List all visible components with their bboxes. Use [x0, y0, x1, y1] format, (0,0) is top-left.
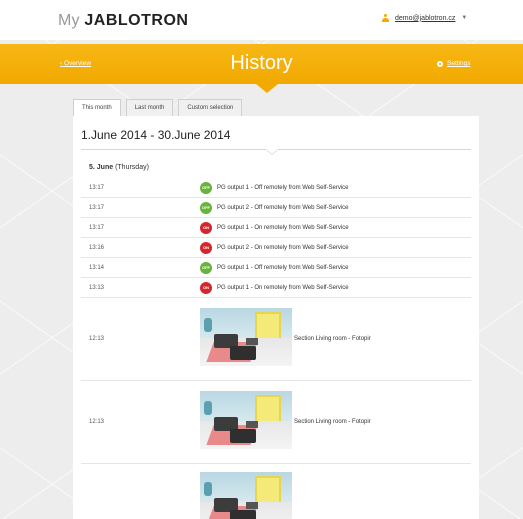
- event-row[interactable]: 13:14 OFF PG output 1 - Off remotely from …: [81, 258, 471, 278]
- status-badge: ON: [200, 222, 212, 234]
- event-row[interactable]: 13:16 ON PG output 2 - On remotely from We…: [81, 238, 471, 258]
- status-badge: ON: [200, 282, 212, 294]
- photo-event-row[interactable]: [81, 464, 471, 519]
- logo-my: My: [58, 12, 80, 29]
- title-band: ‹ Overview History Settings: [0, 44, 523, 84]
- top-bar: My JABLOTRON demo@jablotron.cz ▼: [0, 0, 523, 40]
- logo-brand: JABLOTRON: [84, 12, 189, 29]
- event-row[interactable]: 13:17 ON PG output 1 - On remotely from We…: [81, 218, 471, 238]
- status-badge: OFF: [200, 262, 212, 274]
- event-message: Section Living room - Fotopir: [294, 419, 371, 425]
- day-date: 5. June: [89, 164, 114, 171]
- tab-this-month[interactable]: This month: [73, 99, 121, 116]
- event-time: 13:17: [89, 205, 105, 211]
- event-row[interactable]: 13:17 OFF PG output 2 - Off remotely from …: [81, 198, 471, 218]
- period-tabs: This month Last month Custom selection: [73, 99, 243, 116]
- day-heading: 5. June (Thursday): [89, 164, 149, 171]
- status-badge: OFF: [200, 202, 212, 214]
- gear-icon: [437, 60, 443, 67]
- status-badge: ON: [200, 242, 212, 254]
- event-message: PG output 2 - Off remotely from Web Self…: [217, 205, 349, 211]
- camera-snapshot[interactable]: [200, 391, 292, 449]
- status-badge: OFF: [200, 182, 212, 194]
- event-message: PG output 1 - Off remotely from Web Self…: [217, 265, 349, 271]
- settings-label[interactable]: Settings: [447, 60, 471, 67]
- history-panel: 1.June 2014 - 30.June 2014 5. June (Thur…: [73, 116, 479, 519]
- settings-link[interactable]: Settings: [437, 60, 471, 67]
- user-menu[interactable]: demo@jablotron.cz ▼: [382, 14, 467, 22]
- user-icon: [382, 14, 389, 22]
- event-time: 13:17: [89, 225, 105, 231]
- event-row[interactable]: 13:13 ON PG output 1 - On remotely from We…: [81, 278, 471, 298]
- title-band-pointer: [256, 84, 278, 93]
- event-message: Section Living room - Fotopir: [294, 336, 371, 342]
- event-message: PG output 1 - On remotely from Web Self-…: [217, 285, 349, 291]
- camera-snapshot[interactable]: [200, 308, 292, 366]
- photo-event-row[interactable]: 12:13 Section Living room - Fotopir: [81, 381, 471, 464]
- event-time: 12:13: [89, 336, 105, 342]
- date-range-heading: 1.June 2014 - 30.June 2014: [81, 128, 231, 142]
- event-message: PG output 2 - On remotely from Web Self-…: [217, 245, 349, 251]
- tab-last-month[interactable]: Last month: [125, 99, 174, 116]
- event-message: PG output 1 - Off remotely from Web Self…: [217, 185, 349, 191]
- event-time: 12:13: [89, 419, 105, 425]
- event-time: 13:13: [89, 285, 105, 291]
- chevron-down-icon[interactable]: ▼: [461, 15, 467, 21]
- tab-custom-selection[interactable]: Custom selection: [178, 99, 243, 116]
- event-time: 13:16: [89, 245, 105, 251]
- camera-snapshot[interactable]: [200, 472, 292, 519]
- app-logo[interactable]: My JABLOTRON: [58, 12, 188, 30]
- event-time: 13:14: [89, 265, 105, 271]
- photo-event-row[interactable]: 12:13 Section Living room - Fotopir: [81, 298, 471, 381]
- event-message: PG output 1 - On remotely from Web Self-…: [217, 225, 349, 231]
- user-email-link[interactable]: demo@jablotron.cz: [395, 15, 455, 22]
- event-time: 13:17: [89, 185, 105, 191]
- event-row[interactable]: 13:17 OFF PG output 1 - Off remotely from …: [81, 178, 471, 198]
- day-weekday: (Thursday): [115, 164, 149, 171]
